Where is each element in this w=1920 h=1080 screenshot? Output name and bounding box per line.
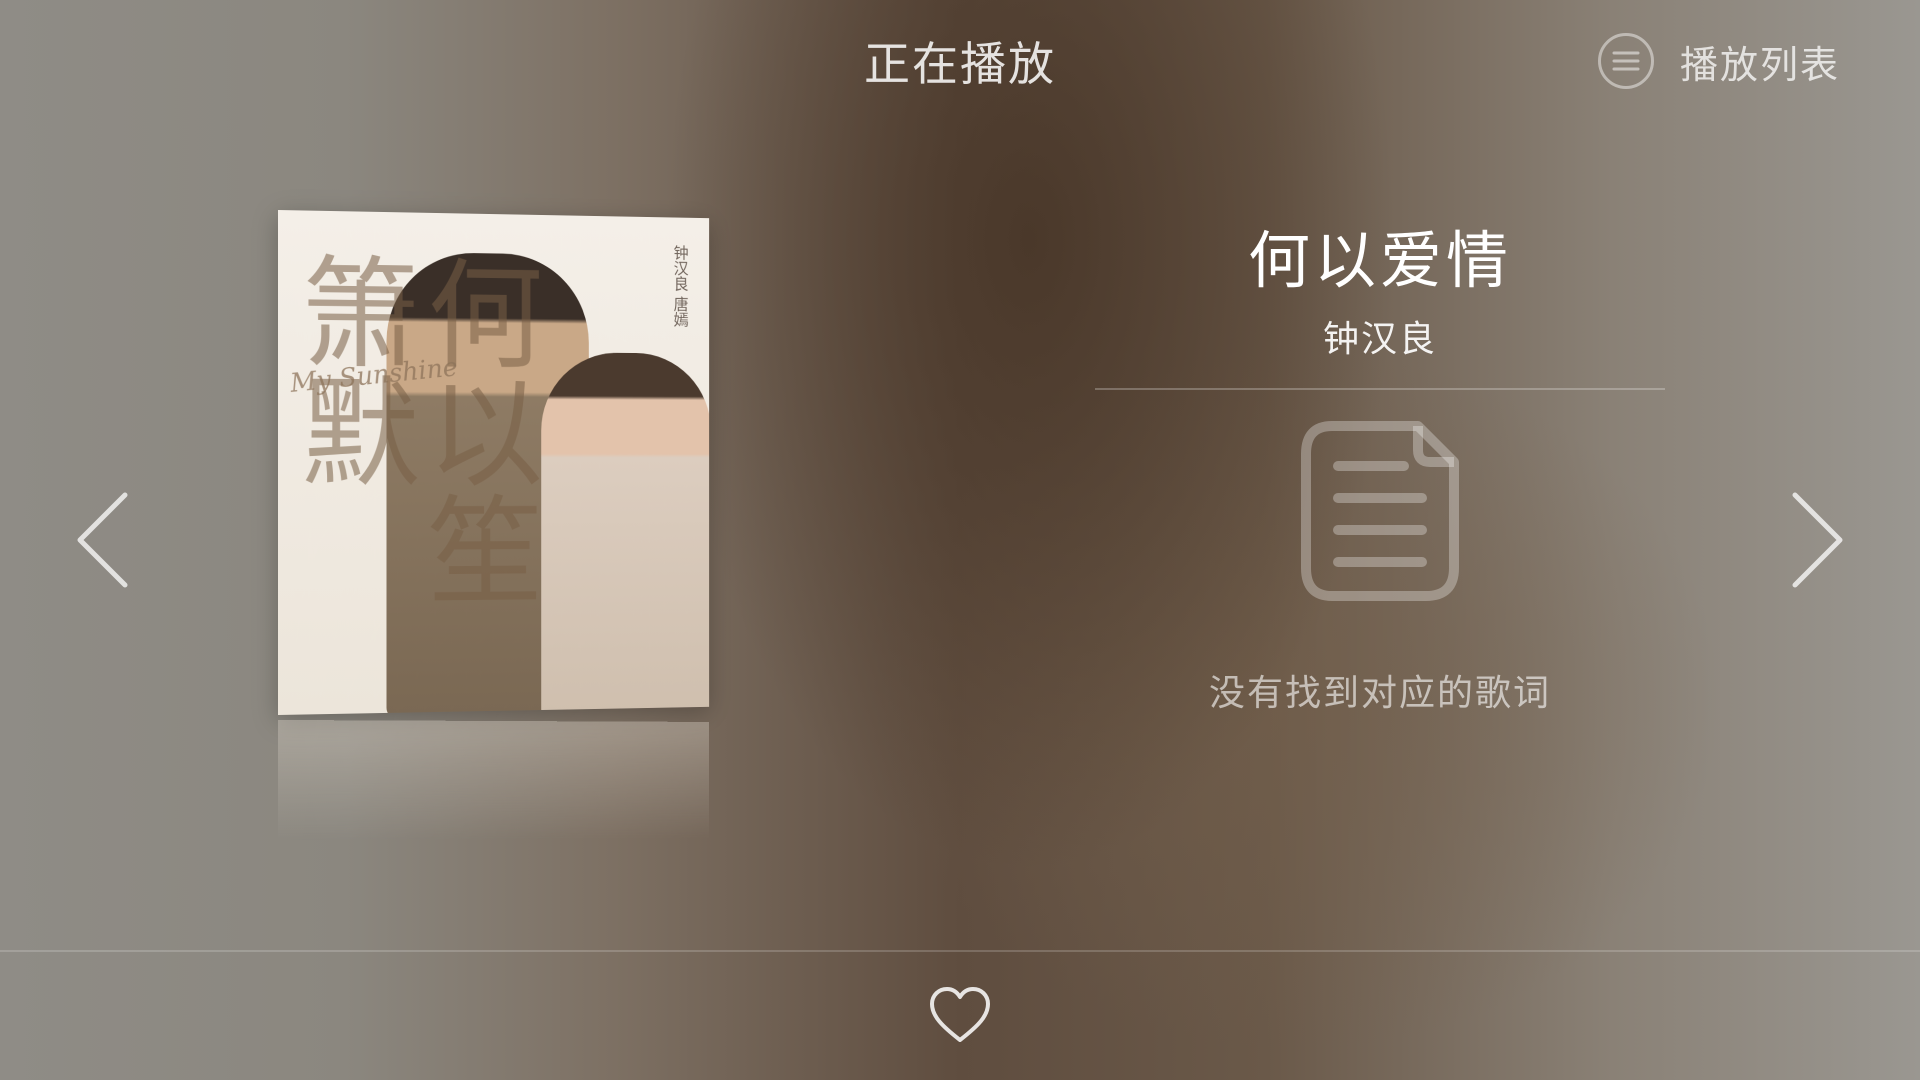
song-artist: 钟汉良: [1322, 319, 1437, 360]
album-cover[interactable]: 何以笙箫默 My Sunshine 钟汉良 唐嫣: [278, 210, 710, 715]
document-icon: [1300, 420, 1460, 602]
no-lyrics-message: 没有找到对应的歌词: [1208, 673, 1551, 714]
lyrics-divider: [1095, 388, 1665, 390]
top-bar: 正在播放 播放列表: [0, 0, 1920, 120]
playlist-button[interactable]: 播放列表: [1597, 30, 1840, 92]
favorite-button[interactable]: [928, 986, 992, 1046]
song-title: 何以爱情: [1247, 224, 1512, 297]
list-circle-icon[interactable]: [1597, 33, 1654, 89]
chevron-right-icon[interactable]: [1780, 490, 1850, 590]
next-track-button[interactable]: [1780, 490, 1850, 590]
album-cover-container: 何以笙箫默 My Sunshine 钟汉良 唐嫣: [278, 210, 726, 840]
album-cover-reflection: [278, 720, 710, 840]
heart-icon[interactable]: [928, 986, 992, 1046]
bottom-divider: [0, 950, 1920, 952]
playlist-label[interactable]: 播放列表: [1680, 34, 1840, 89]
cover-title-art: 何以笙箫默: [280, 250, 542, 609]
chevron-left-icon[interactable]: [70, 490, 140, 590]
cover-figure-woman: [541, 352, 710, 715]
cover-credits: 钟汉良 唐嫣: [670, 244, 689, 328]
previous-track-button[interactable]: [70, 490, 140, 590]
